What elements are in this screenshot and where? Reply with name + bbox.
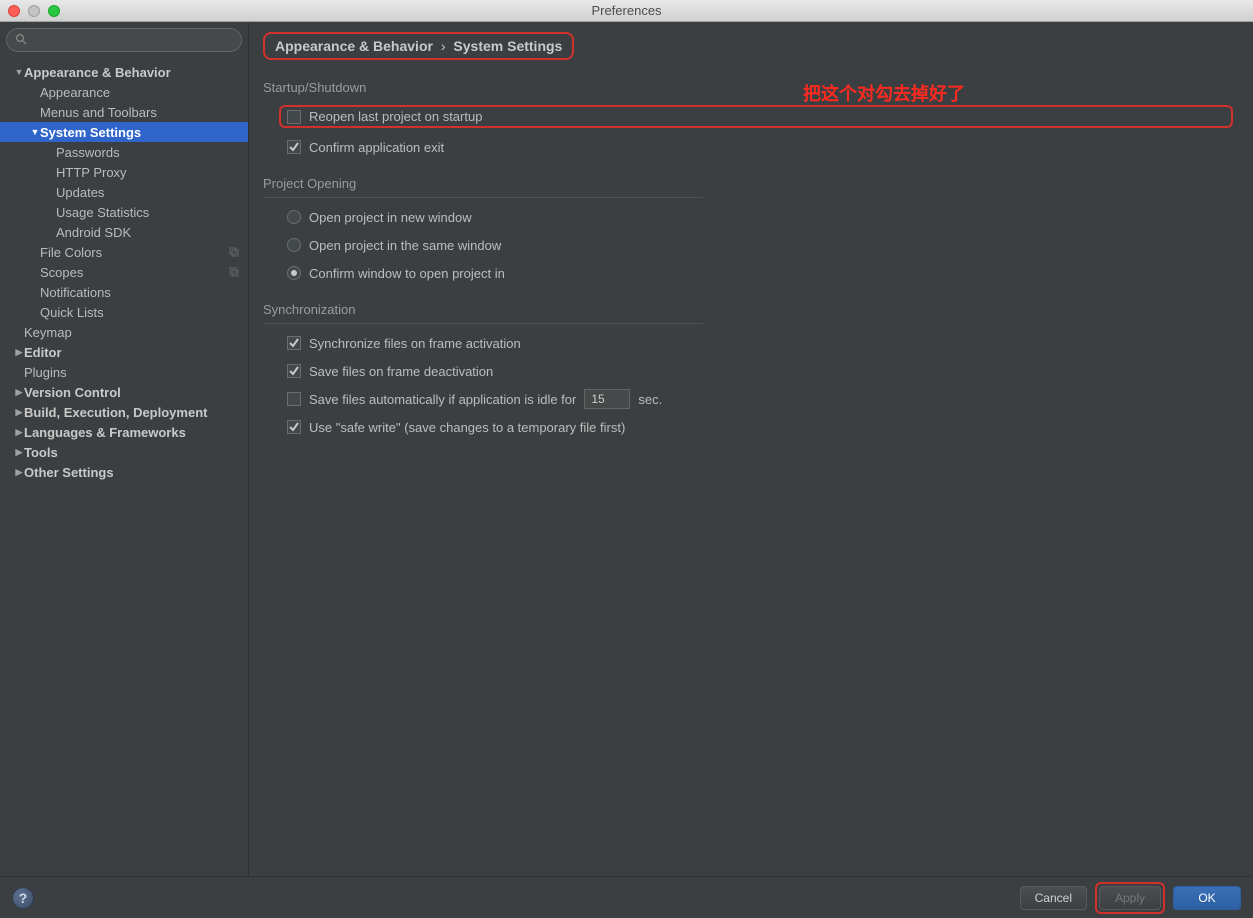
sidebar-item-passwords[interactable]: Passwords — [0, 142, 248, 162]
sidebar-item-tools[interactable]: ▶Tools — [0, 442, 248, 462]
search-icon — [15, 33, 27, 48]
sidebar-item-quick-lists[interactable]: Quick Lists — [0, 302, 248, 322]
label-save-deact: Save files on frame deactivation — [309, 364, 493, 379]
sidebar-item-label: Android SDK — [56, 225, 131, 240]
search-input-wrap[interactable] — [6, 28, 242, 52]
shared-icon — [228, 266, 240, 278]
sidebar-item-label: Menus and Toolbars — [40, 105, 157, 120]
footer: ? Cancel Apply OK — [0, 876, 1253, 918]
sidebar-item-keymap[interactable]: Keymap — [0, 322, 248, 342]
radio-same-window[interactable] — [287, 238, 301, 252]
sidebar-item-label: Editor — [24, 345, 62, 360]
sidebar-item-appearance-behavior[interactable]: ▼Appearance & Behavior — [0, 62, 248, 82]
apply-button[interactable]: Apply — [1099, 886, 1161, 910]
checkbox-sync-frame[interactable] — [287, 336, 301, 350]
settings-tree: ▼Appearance & BehaviorAppearanceMenus an… — [0, 58, 248, 876]
sidebar-item-label: Notifications — [40, 285, 111, 300]
chevron-down-icon: ▼ — [30, 127, 40, 137]
breadcrumb-part-1: Appearance & Behavior — [275, 38, 433, 54]
sidebar-item-label: Build, Execution, Deployment — [24, 405, 207, 420]
label-auto-save-prefix: Save files automatically if application … — [309, 392, 576, 407]
sidebar-item-scopes[interactable]: Scopes — [0, 262, 248, 282]
chevron-right-icon: ▶ — [14, 447, 24, 458]
label-same-window: Open project in the same window — [309, 238, 501, 253]
sidebar-item-usage-statistics[interactable]: Usage Statistics — [0, 202, 248, 222]
checkbox-safe-write[interactable] — [287, 420, 301, 434]
input-auto-save-seconds[interactable] — [584, 389, 630, 409]
sidebar-item-languages-frameworks[interactable]: ▶Languages & Frameworks — [0, 422, 248, 442]
sidebar-item-updates[interactable]: Updates — [0, 182, 248, 202]
sidebar-item-label: Appearance — [40, 85, 110, 100]
chevron-right-icon: ▶ — [14, 427, 24, 438]
checkbox-reopen[interactable] — [287, 110, 301, 124]
search-input[interactable] — [31, 33, 233, 47]
sidebar-item-appearance[interactable]: Appearance — [0, 82, 248, 102]
window-title: Preferences — [0, 3, 1253, 18]
sidebar-item-label: Plugins — [24, 365, 67, 380]
sidebar-item-label: Appearance & Behavior — [24, 65, 171, 80]
ok-button[interactable]: OK — [1173, 886, 1241, 910]
checkbox-confirm-exit[interactable] — [287, 140, 301, 154]
section-sync-title: Synchronization — [263, 302, 1233, 317]
label-confirm-window: Confirm window to open project in — [309, 266, 505, 281]
label-sync-frame: Synchronize files on frame activation — [309, 336, 521, 351]
option-reopen-highlight: Reopen last project on startup — [279, 105, 1233, 128]
sidebar-item-version-control[interactable]: ▶Version Control — [0, 382, 248, 402]
radio-new-window[interactable] — [287, 210, 301, 224]
sidebar: ▼Appearance & BehaviorAppearanceMenus an… — [0, 22, 249, 876]
sidebar-item-label: Quick Lists — [40, 305, 104, 320]
sidebar-item-label: Other Settings — [24, 465, 114, 480]
chevron-right-icon: ▶ — [14, 347, 24, 358]
sidebar-item-system-settings[interactable]: ▼System Settings — [0, 122, 248, 142]
sidebar-item-label: File Colors — [40, 245, 102, 260]
sidebar-item-menus-and-toolbars[interactable]: Menus and Toolbars — [0, 102, 248, 122]
sidebar-item-editor[interactable]: ▶Editor — [0, 342, 248, 362]
chevron-down-icon: ▼ — [14, 67, 24, 77]
sidebar-item-label: System Settings — [40, 125, 141, 140]
label-reopen: Reopen last project on startup — [309, 109, 482, 124]
sidebar-item-build-execution-deployment[interactable]: ▶Build, Execution, Deployment — [0, 402, 248, 422]
cancel-button[interactable]: Cancel — [1020, 886, 1087, 910]
section-opening-title: Project Opening — [263, 176, 1233, 191]
sidebar-item-label: Passwords — [56, 145, 120, 160]
section-startup-title: Startup/Shutdown — [263, 80, 1233, 95]
titlebar: Preferences — [0, 0, 1253, 22]
shared-icon — [228, 246, 240, 258]
label-safe-write: Use "safe write" (save changes to a temp… — [309, 420, 625, 435]
breadcrumb: Appearance & Behavior › System Settings — [263, 32, 574, 60]
sidebar-item-http-proxy[interactable]: HTTP Proxy — [0, 162, 248, 182]
sidebar-item-label: Usage Statistics — [56, 205, 149, 220]
checkbox-save-deact[interactable] — [287, 364, 301, 378]
apply-highlight: Apply — [1095, 882, 1165, 914]
label-auto-save-suffix: sec. — [638, 392, 662, 407]
label-new-window: Open project in new window — [309, 210, 472, 225]
sidebar-item-file-colors[interactable]: File Colors — [0, 242, 248, 262]
radio-confirm-window[interactable] — [287, 266, 301, 280]
chevron-right-icon: ▶ — [14, 407, 24, 418]
sidebar-item-android-sdk[interactable]: Android SDK — [0, 222, 248, 242]
sidebar-item-label: Scopes — [40, 265, 83, 280]
sidebar-item-label: Version Control — [24, 385, 121, 400]
sidebar-item-label: HTTP Proxy — [56, 165, 127, 180]
sidebar-item-label: Tools — [24, 445, 58, 460]
sidebar-item-plugins[interactable]: Plugins — [0, 362, 248, 382]
sidebar-item-label: Languages & Frameworks — [24, 425, 186, 440]
annotation-text: 把这个对勾去掉好了 — [803, 80, 965, 106]
breadcrumb-part-2: System Settings — [453, 38, 562, 54]
sidebar-item-notifications[interactable]: Notifications — [0, 282, 248, 302]
help-button[interactable]: ? — [12, 887, 34, 909]
breadcrumb-separator: › — [441, 38, 446, 54]
chevron-right-icon: ▶ — [14, 387, 24, 398]
label-confirm-exit: Confirm application exit — [309, 140, 444, 155]
chevron-right-icon: ▶ — [14, 467, 24, 478]
content-panel: Appearance & Behavior › System Settings … — [249, 22, 1253, 876]
sidebar-item-label: Keymap — [24, 325, 72, 340]
sidebar-item-label: Updates — [56, 185, 104, 200]
checkbox-auto-save[interactable] — [287, 392, 301, 406]
sidebar-item-other-settings[interactable]: ▶Other Settings — [0, 462, 248, 482]
